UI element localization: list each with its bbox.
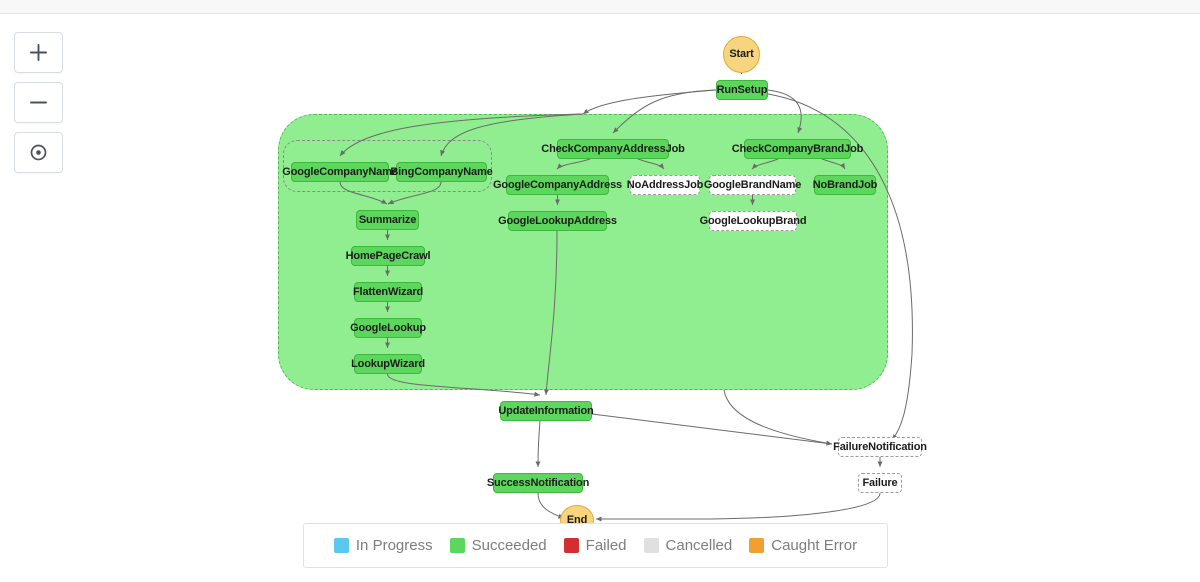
- node-label: BingCompanyName: [390, 165, 493, 178]
- legend-item-in-progress: In Progress: [333, 537, 433, 554]
- graph-node-FlattenWizard[interactable]: FlattenWizard: [352, 282, 424, 302]
- node-label: NoBrandJob: [812, 178, 878, 191]
- legend-label: In Progress: [355, 537, 433, 554]
- graph-node-CheckCompanyBrandJob[interactable]: CheckCompanyBrandJob: [732, 139, 863, 159]
- zoom-out-button[interactable]: [14, 82, 63, 123]
- node-label: HomePageCrawl: [345, 249, 431, 262]
- graph-node-GoogleCompanyAddress[interactable]: GoogleCompanyAddress: [493, 175, 622, 195]
- legend-item-failed: Failed: [563, 537, 627, 554]
- graph-node-GoogleLookup[interactable]: GoogleLookup: [350, 318, 426, 338]
- plus-icon: [28, 42, 49, 63]
- graph-node-GoogleBrandName[interactable]: GoogleBrandName: [704, 175, 801, 195]
- node-label: FlattenWizard: [352, 285, 424, 298]
- graph-node-CheckCompanyAddressJob[interactable]: CheckCompanyAddressJob: [541, 139, 685, 159]
- edge-UpdateInformation-to-SuccessNotification: [535, 420, 541, 468]
- node-label: RunSetup: [716, 83, 768, 96]
- legend-label: Caught Error: [771, 537, 858, 554]
- graph-canvas[interactable]: Start RunSetup GoogleCompanyName BingCompan…: [0, 14, 1200, 582]
- zoom-in-button[interactable]: [14, 32, 63, 73]
- node-label: GoogleCompanyName: [282, 165, 398, 178]
- target-icon: [28, 142, 49, 163]
- edge-RunSetup-to-cluster-fan: [582, 89, 717, 115]
- graph-node-Start[interactable]: Start: [723, 36, 760, 73]
- node-label: GoogleBrandName: [703, 178, 802, 191]
- graph-node-BingCompanyName[interactable]: BingCompanyName: [390, 162, 493, 182]
- top-bar: [0, 0, 1200, 14]
- node-label: CheckCompanyAddressJob: [541, 142, 685, 155]
- node-label: GoogleCompanyAddress: [492, 178, 623, 191]
- legend-item-cancelled: Cancelled: [643, 537, 733, 554]
- graph-node-NoAddressJob[interactable]: NoAddressJob: [626, 175, 704, 195]
- edge-UpdateInformation-to-FailureNotification: [591, 413, 833, 446]
- legend-label: Cancelled: [665, 537, 733, 554]
- workflow-graph-app: Start RunSetup GoogleCompanyName BingCompan…: [0, 0, 1200, 582]
- graph-node-Summarize[interactable]: Summarize: [356, 210, 419, 230]
- graph-node-GoogleCompanyName[interactable]: GoogleCompanyName: [282, 162, 398, 182]
- node-label: Summarize: [358, 213, 417, 226]
- legend-item-caught-error: Caught Error: [749, 537, 857, 554]
- legend-label: Succeeded: [471, 537, 547, 554]
- graph-node-SuccessNotification[interactable]: SuccessNotification: [487, 473, 589, 493]
- legend-swatch-icon: [449, 538, 465, 553]
- graph-node-UpdateInformation[interactable]: UpdateInformation: [498, 401, 594, 421]
- legend-label: Failed: [585, 537, 627, 554]
- graph-node-FailureNotification[interactable]: FailureNotification: [833, 437, 927, 457]
- legend-swatch-icon: [643, 538, 659, 553]
- minus-icon: [28, 92, 49, 113]
- graph-node-GoogleLookupAddress[interactable]: GoogleLookupAddress: [498, 211, 617, 231]
- node-label: UpdateInformation: [498, 404, 594, 417]
- graph-node-RunSetup[interactable]: RunSetup: [716, 80, 768, 100]
- graph-node-HomePageCrawl[interactable]: HomePageCrawl: [346, 246, 431, 266]
- node-label: LookupWizard: [351, 357, 425, 370]
- legend-swatch-icon: [563, 538, 579, 553]
- graph-node-NoBrandJob[interactable]: NoBrandJob: [812, 175, 878, 195]
- node-label: GoogleLookup: [350, 321, 426, 334]
- edge-cluster-out-to-FailureNotification: [723, 389, 833, 446]
- node-label: SuccessNotification: [486, 476, 590, 489]
- legend-item-succeeded: Succeeded: [449, 537, 547, 554]
- node-label: FailureNotification: [833, 440, 927, 453]
- reset-view-button[interactable]: [14, 132, 63, 173]
- graph-node-Failure[interactable]: Failure: [858, 473, 902, 493]
- node-label: CheckCompanyBrandJob: [731, 142, 864, 155]
- legend-swatch-icon: [749, 538, 765, 553]
- zoom-controls: [14, 32, 63, 173]
- edge-Failure-to-End: [595, 492, 881, 522]
- legend-swatch-icon: [333, 538, 349, 553]
- graph-node-GoogleLookupBrand[interactable]: GoogleLookupBrand: [700, 211, 807, 231]
- node-label: GoogleLookupBrand: [699, 214, 807, 227]
- node-label: Failure: [862, 476, 898, 489]
- node-label: NoAddressJob: [626, 178, 704, 191]
- node-label: GoogleLookupAddress: [498, 214, 617, 227]
- node-label: Start: [729, 48, 754, 61]
- status-legend: In Progress Succeeded Failed Cancelled Caugh…: [303, 523, 888, 568]
- graph-node-LookupWizard[interactable]: LookupWizard: [351, 354, 425, 374]
